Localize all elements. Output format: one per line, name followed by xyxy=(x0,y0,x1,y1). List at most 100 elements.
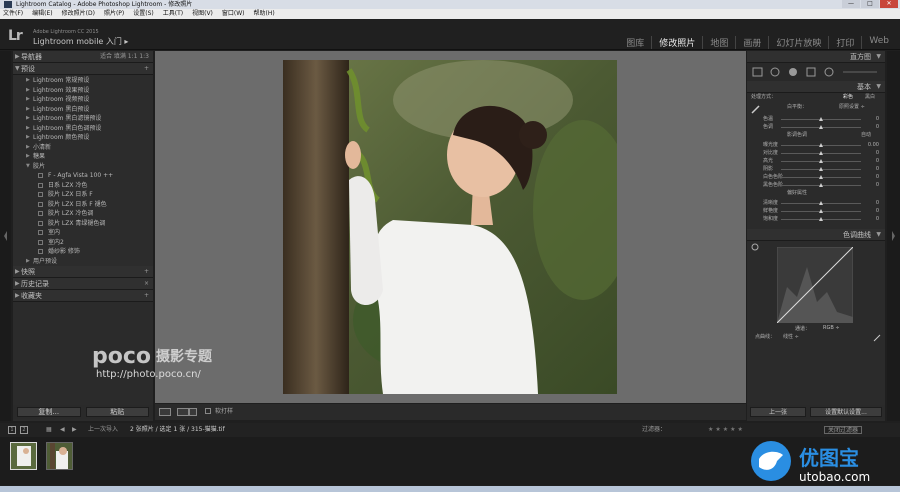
navigator-header[interactable]: ▶ 导航器 适合 填满 1:1 1:3 xyxy=(13,51,153,63)
expand-triangle-icon[interactable]: ▼ xyxy=(26,162,30,172)
collapse-triangle-icon[interactable]: ▶ xyxy=(26,152,30,162)
slider-handle[interactable] xyxy=(819,183,823,187)
slider-handle[interactable] xyxy=(819,117,823,121)
menu-photo[interactable]: 照片(P) xyxy=(104,9,124,19)
clear-history-button[interactable]: × xyxy=(144,278,149,290)
collapse-triangle-icon[interactable]: ▶ xyxy=(26,95,30,105)
preset-item[interactable]: 胶片 LZX 青绿褪色调 xyxy=(13,219,153,229)
preset-item[interactable]: ▶ Lightroom 常规预设 xyxy=(13,76,153,86)
filmstrip-thumbnail[interactable] xyxy=(10,442,37,470)
slider-handle[interactable] xyxy=(819,125,823,129)
source-label[interactable]: 上一次导入 xyxy=(88,423,118,437)
module-book[interactable]: 画册 xyxy=(736,36,770,49)
preset-item[interactable]: 室内2 xyxy=(13,238,153,248)
reset-button[interactable]: 设置默认设置... xyxy=(810,407,882,417)
preset-item[interactable]: ▶ 小清新 xyxy=(13,143,153,153)
add-snapshot-button[interactable]: + xyxy=(144,266,149,278)
preset-item[interactable]: 婚纱影 修饰 xyxy=(13,247,153,257)
navigator-zoom-options[interactable]: 适合 填满 1:1 1:3 xyxy=(100,51,149,63)
slider-value[interactable]: 0.00 xyxy=(868,141,879,149)
copy-settings-button[interactable]: 复制... xyxy=(17,407,81,417)
module-library[interactable]: 图库 xyxy=(619,36,653,49)
slider-handle[interactable] xyxy=(819,151,823,155)
module-slideshow[interactable]: 幻灯片放映 xyxy=(769,36,830,49)
basic-header[interactable]: 基本 ▼ xyxy=(747,81,885,93)
snapshots-header[interactable]: ▶ 快照 + xyxy=(13,266,153,278)
preset-item[interactable]: 胶片 LZX 日系 F 褪色 xyxy=(13,200,153,210)
mobile-get-started[interactable]: Lightroom mobile 入门 ▸ xyxy=(33,36,128,47)
preset-item[interactable]: 胶片 LZX 冷色调 xyxy=(13,209,153,219)
close-button[interactable]: ✕ xyxy=(880,0,898,8)
slider-value[interactable]: 0 xyxy=(876,181,879,189)
slider-value[interactable]: 0 xyxy=(876,149,879,157)
paste-settings-button[interactable]: 粘贴 xyxy=(85,407,149,417)
slider-handle[interactable] xyxy=(819,217,823,221)
loupe-view-button[interactable] xyxy=(159,408,171,416)
previous-button[interactable]: 上一张 xyxy=(750,407,806,417)
slider-value[interactable]: 0 xyxy=(876,173,879,181)
collapse-triangle-icon[interactable]: ▶ xyxy=(26,143,30,153)
slider-value[interactable]: 0 xyxy=(876,199,879,207)
preset-item[interactable]: ▶ Lightroom 黑白滤镜预设 xyxy=(13,114,153,124)
preset-item[interactable]: ▶ Lightroom 颜色预设 xyxy=(13,133,153,143)
add-preset-button[interactable]: + xyxy=(144,63,149,75)
preset-item[interactable]: ▶ Lightroom 黑白预设 xyxy=(13,105,153,115)
before-after-options-button[interactable] xyxy=(189,408,197,416)
filter-select[interactable]: 关闭过滤器 xyxy=(824,426,863,434)
preset-item[interactable]: ▼ 胶片 xyxy=(13,162,153,172)
collapse-triangle-icon[interactable]: ▶ xyxy=(26,124,30,134)
menu-window[interactable]: 窗口(W) xyxy=(222,9,245,19)
slider-handle[interactable] xyxy=(819,201,823,205)
left-panel-toggle[interactable] xyxy=(0,51,11,421)
right-panel-toggle[interactable] xyxy=(887,51,900,421)
grid-icon[interactable]: ▦ xyxy=(46,423,52,437)
menu-view[interactable]: 视图(V) xyxy=(192,9,213,19)
preset-item[interactable]: ▶ 糖果 xyxy=(13,152,153,162)
preset-item[interactable]: ▶ Lightroom 效果预设 xyxy=(13,86,153,96)
rating-filter-stars[interactable]: ★★★★★ xyxy=(708,423,745,437)
slider-value[interactable]: 0 xyxy=(876,115,879,123)
treatment-color-option[interactable]: 彩色 xyxy=(843,93,853,101)
slider-handle[interactable] xyxy=(819,209,823,213)
wb-preset-select[interactable]: 原照设置 ÷ xyxy=(839,103,865,111)
slider-handle[interactable] xyxy=(819,159,823,163)
slider-handle[interactable] xyxy=(819,175,823,179)
collections-header[interactable]: ▶ 收藏夹 + xyxy=(13,290,153,302)
tone-curve-header[interactable]: 色调曲线 ▼ xyxy=(747,229,885,241)
module-web[interactable]: Web xyxy=(862,36,896,49)
menu-develop[interactable]: 修改照片(D) xyxy=(62,9,95,19)
channel-select[interactable]: RGB ÷ xyxy=(823,325,840,331)
slider-value[interactable]: 0 xyxy=(876,165,879,173)
target-adjust-icon[interactable] xyxy=(751,243,759,251)
menu-tools[interactable]: 工具(T) xyxy=(163,9,183,19)
histogram-header[interactable]: 直方图 ▼ xyxy=(747,51,885,63)
presets-header[interactable]: ▼ 预设 + xyxy=(13,63,153,75)
preset-item[interactable]: F - Agfa Vista 100 ++ xyxy=(13,171,153,181)
slider-handle[interactable] xyxy=(819,167,823,171)
collapse-triangle-icon[interactable]: ▶ xyxy=(26,133,30,143)
filmstrip-thumbnail[interactable] xyxy=(46,442,73,470)
slider-value[interactable]: 0 xyxy=(876,157,879,165)
preset-item[interactable]: 胶片 LZX 日系 F xyxy=(13,190,153,200)
minimize-button[interactable]: — xyxy=(842,0,860,8)
back-icon[interactable]: ◀ xyxy=(60,423,65,437)
eyedropper-icon[interactable] xyxy=(751,104,761,114)
collapse-triangle-icon[interactable]: ▶ xyxy=(26,114,30,124)
preset-item[interactable]: ▶ Lightroom 黑白色调预设 xyxy=(13,124,153,134)
module-map[interactable]: 地图 xyxy=(703,36,737,49)
slider-value[interactable]: 0 xyxy=(876,215,879,223)
forward-icon[interactable]: ▶ xyxy=(72,423,77,437)
point-curve-select[interactable]: 线性 ÷ xyxy=(783,333,799,341)
auto-tone-button[interactable]: 自动 xyxy=(861,131,871,139)
preset-item[interactable]: ▶ 用户预设 xyxy=(13,257,153,267)
menu-help[interactable]: 帮助(H) xyxy=(254,9,275,19)
tone-curve-graph[interactable] xyxy=(777,247,853,323)
softproof-checkbox[interactable] xyxy=(205,408,211,414)
slider-value[interactable]: 0 xyxy=(876,207,879,215)
preset-item[interactable]: 日系 LZX 冷色 xyxy=(13,181,153,191)
menu-settings[interactable]: 设置(S) xyxy=(133,9,154,19)
collapse-triangle-icon[interactable]: ▶ xyxy=(26,105,30,115)
page-1-button[interactable]: 1 xyxy=(8,426,16,434)
history-header[interactable]: ▶ 历史记录 × xyxy=(13,278,153,290)
maximize-button[interactable]: □ xyxy=(861,0,879,8)
